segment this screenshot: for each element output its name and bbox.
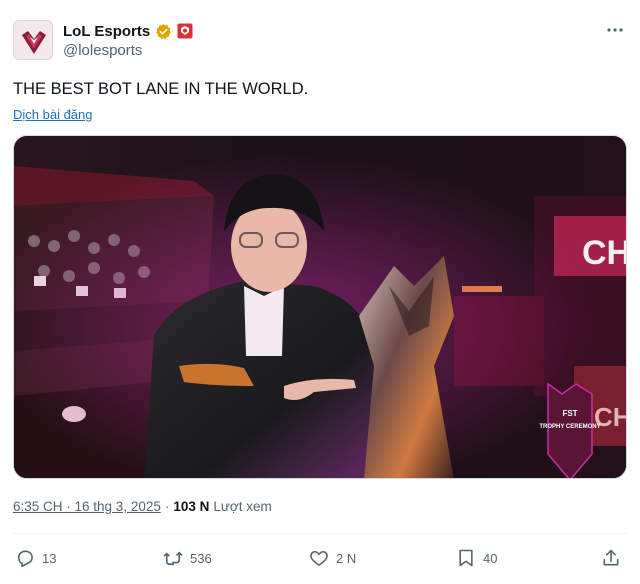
bookmark-icon: [459, 549, 473, 567]
lol-esports-logo-icon: [14, 21, 52, 59]
share-icon: [603, 549, 619, 566]
divider: [13, 533, 627, 534]
views-count: 103 N: [173, 499, 210, 514]
like-button[interactable]: 2 N: [309, 544, 356, 572]
emblem-line-ceremony: TROPHY CEREMONY: [539, 424, 600, 430]
like-icon: [310, 550, 328, 566]
verified-badge-icon: [156, 23, 172, 39]
repost-icon: [163, 551, 183, 566]
share-button[interactable]: [601, 544, 621, 572]
tweet-timestamp[interactable]: 6:35 CH · 16 thg 3, 2025: [13, 499, 161, 514]
action-bar: 13 536 2 N 40: [13, 544, 627, 572]
tweet-meta: 6:35 CH · 16 thg 3, 2025 · 103 N Lượt xe…: [13, 499, 272, 514]
display-name[interactable]: LoL Esports: [63, 23, 150, 40]
affiliate-badge-icon[interactable]: [177, 23, 193, 39]
tweet-text: THE BEST BOT LANE IN THE WORLD.: [13, 80, 309, 98]
bookmark-button[interactable]: 40: [456, 544, 497, 572]
views-label: Lượt xem: [213, 499, 272, 514]
meta-separator: ·: [164, 499, 170, 514]
name-row: LoL Esports: [63, 21, 193, 41]
translate-link[interactable]: Dịch bài đăng: [13, 107, 93, 122]
tweet-header: LoL Esports @lolesports: [13, 18, 627, 62]
repost-button[interactable]: 536: [163, 544, 212, 572]
repost-count: 536: [190, 550, 212, 566]
reply-count: 13: [42, 550, 57, 566]
avatar[interactable]: [13, 20, 53, 60]
tweet-media-photo[interactable]: CH CH FST TROPHY CEREMONY: [13, 135, 627, 479]
more-icon[interactable]: [605, 22, 625, 38]
bookmark-count: 40: [483, 550, 498, 566]
handle[interactable]: @lolesports: [63, 42, 142, 59]
like-count: 2 N: [336, 550, 357, 566]
reply-button[interactable]: 13: [15, 544, 56, 572]
emblem-line-fst: FST: [562, 409, 577, 418]
reply-icon: [17, 550, 33, 568]
trophy-photo: CH CH FST TROPHY CEREMONY: [14, 136, 626, 478]
